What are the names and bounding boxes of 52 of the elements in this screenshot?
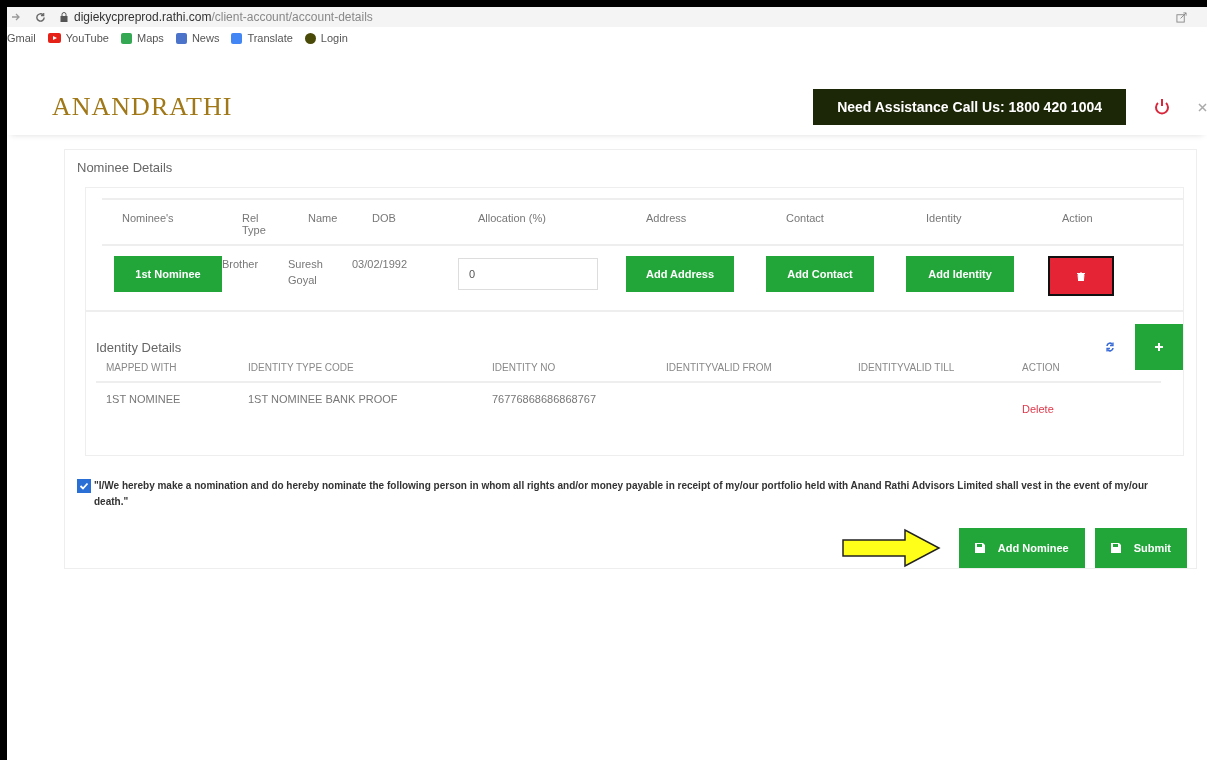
table-cell-text: 1ST NOMINEE bbox=[106, 393, 182, 407]
table-cell-text: Brother bbox=[222, 257, 260, 272]
forward-icon[interactable] bbox=[11, 12, 21, 22]
assistance-banner: Need Assistance Call Us: 1800 420 1004 bbox=[813, 89, 1126, 125]
table-cell-text: Suresh Goyal bbox=[288, 257, 324, 288]
table-cell-text: 03/02/1992 bbox=[352, 257, 409, 272]
column-header: Allocation (%) bbox=[478, 212, 547, 226]
refresh-icon[interactable] bbox=[1105, 341, 1115, 353]
share-icon[interactable] bbox=[1176, 11, 1187, 23]
bookmark-icon bbox=[120, 32, 132, 44]
column-header: Address bbox=[646, 212, 688, 226]
section-title: Nominee Details bbox=[77, 160, 174, 175]
save-icon bbox=[974, 543, 985, 553]
column-header: DOB bbox=[372, 212, 397, 226]
bookmark-link[interactable]: News bbox=[175, 32, 220, 44]
play-icon bbox=[47, 33, 61, 43]
column-header: IDENTITYVALID FROM bbox=[666, 362, 773, 373]
column-header: MAPPED WITH bbox=[106, 362, 178, 373]
table-cell-text: 76776868686868767 bbox=[492, 393, 597, 407]
bookmark-link[interactable]: Maps bbox=[120, 32, 164, 44]
logo: ANANDRATHI bbox=[52, 92, 233, 122]
section-title: Identity Details bbox=[96, 339, 183, 355]
column-header: ACTION bbox=[1022, 362, 1061, 373]
column-header: Action bbox=[1062, 212, 1094, 226]
column-header: Identity bbox=[926, 212, 963, 226]
table-cell-text: 1ST NOMINEE BANK PROOF bbox=[248, 393, 399, 407]
delete-link[interactable]: Delete bbox=[1022, 403, 1054, 415]
plus-icon bbox=[1154, 342, 1164, 352]
circle-icon bbox=[304, 32, 316, 44]
bookmark-link[interactable]: Login bbox=[304, 32, 348, 44]
reload-icon[interactable] bbox=[35, 11, 46, 23]
column-header: Nominee's bbox=[122, 212, 175, 226]
power-icon[interactable] bbox=[1154, 98, 1170, 116]
declaration-text: "I/We hereby make a nomination and do hereby nominate the following person in whom all rights and/or money payable in receipt of my/our portfolio held with Anand Rathi Advisors Limited shall vest in the event of my/our death." bbox=[94, 479, 1149, 509]
bookmark-link[interactable]: Gmail bbox=[7, 32, 36, 44]
allocation-field[interactable]: 0 bbox=[458, 258, 598, 290]
bookmark-link[interactable]: YouTube bbox=[47, 32, 109, 44]
bookmark-icon bbox=[231, 32, 243, 44]
check-icon bbox=[79, 481, 89, 491]
trash-icon bbox=[1077, 271, 1085, 281]
save-icon bbox=[1110, 543, 1121, 553]
column-header: Contact bbox=[786, 212, 825, 226]
column-header: IDENTITY TYPE CODE bbox=[248, 362, 355, 373]
bookmark-icon bbox=[175, 32, 187, 44]
checkbox[interactable] bbox=[77, 479, 91, 493]
column-header: IDENTITYVALID TILL bbox=[858, 362, 956, 373]
delete-button[interactable] bbox=[1048, 256, 1114, 296]
column-header: IDENTITY NO bbox=[492, 362, 557, 373]
column-header: Name bbox=[308, 212, 339, 226]
bookmark-link[interactable]: Translate bbox=[231, 32, 293, 44]
lock-icon bbox=[60, 12, 68, 22]
column-header: Rel Type bbox=[242, 212, 267, 236]
